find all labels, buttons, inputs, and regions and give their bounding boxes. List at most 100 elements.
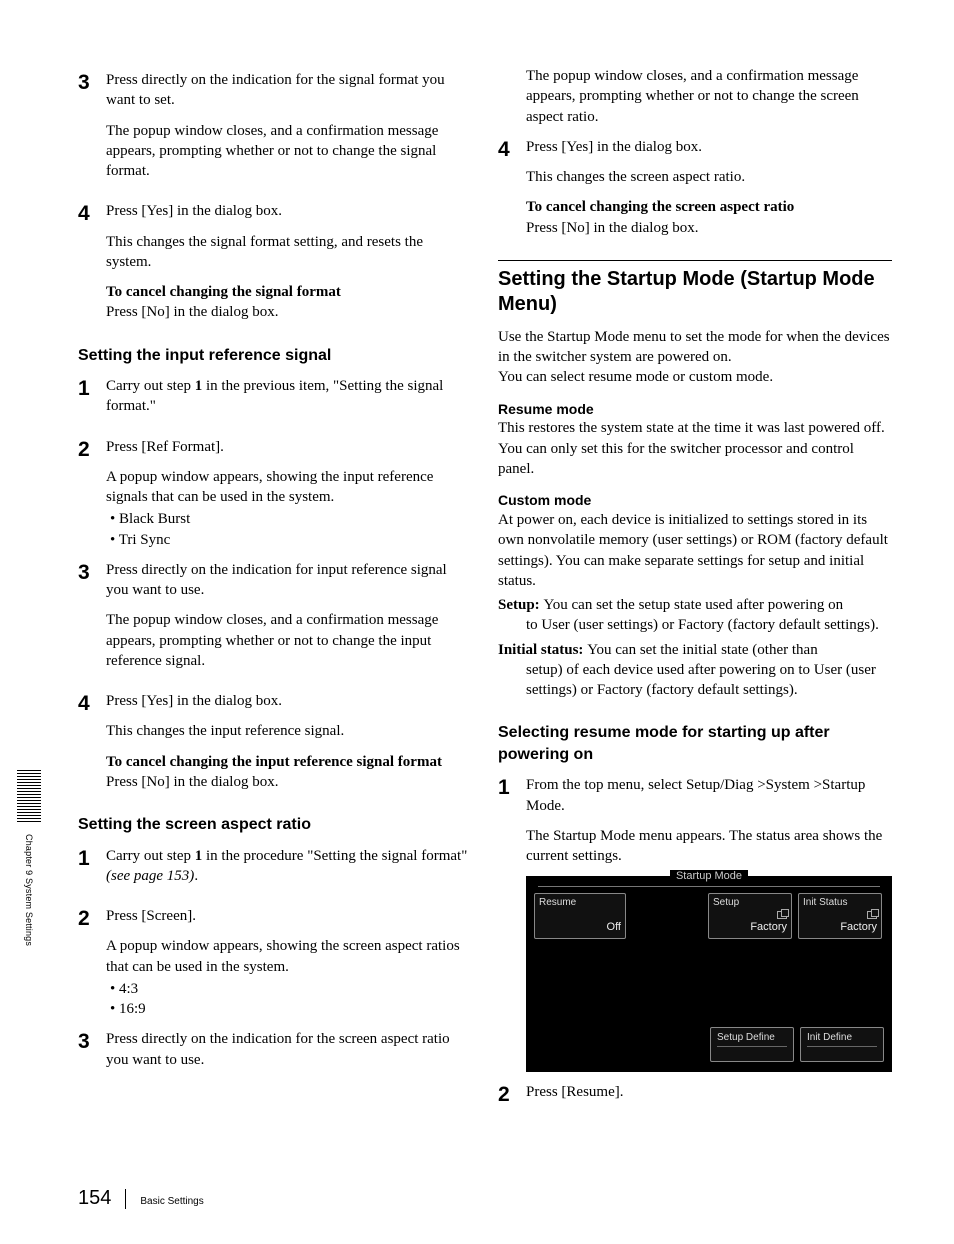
ui-init-define-button: Init Define	[800, 1027, 884, 1063]
body-text: Press [No] in the dialog box.	[106, 302, 472, 322]
body-text: You can select resume mode or custom mod…	[498, 367, 892, 387]
step-number: 2	[78, 906, 106, 1019]
two-column-layout: 3 Press directly on the indication for t…	[78, 60, 892, 1113]
right-column: The popup window closes, and a confirmat…	[498, 60, 892, 1113]
heading-resume-mode: Resume mode	[498, 400, 892, 419]
ui-value: Factory	[803, 920, 877, 935]
step-number: 1	[498, 775, 526, 1072]
footer-section: Basic Settings	[140, 1195, 203, 1209]
bullet-item: 4:3	[106, 979, 472, 999]
side-tab-text: Chapter 9 System Settings	[23, 834, 35, 946]
body-text: This changes the screen aspect ratio.	[526, 167, 892, 187]
page-number: 154	[78, 1185, 111, 1212]
step-2: 2 Press [Ref Format]. A popup window app…	[78, 437, 472, 550]
window-icon	[777, 911, 787, 919]
step-3: 3 Press directly on the indication for i…	[78, 560, 472, 681]
step-3: 3 Press directly on the indication for t…	[78, 1029, 472, 1080]
side-tab-marker	[17, 770, 41, 824]
body-text: Carry out step 1 in the procedure "Setti…	[106, 846, 472, 887]
ui-value: Factory	[713, 920, 787, 935]
body-text: Press directly on the indication for inp…	[106, 560, 472, 601]
body-text: setup) of each device used after powerin…	[498, 660, 892, 701]
body-text: This changes the input reference signal.	[106, 721, 472, 741]
step-number: 1	[78, 376, 106, 427]
body-text: At power on, each device is initialized …	[498, 510, 892, 591]
body-text: The popup window closes, and a confirmat…	[106, 610, 472, 671]
body-text: Press [Screen].	[106, 906, 472, 926]
body-text: Press [Yes] in the dialog box.	[106, 201, 472, 221]
startup-mode-screenshot: Startup Mode Resume Off Setup Factory	[526, 876, 892, 1072]
bullet-item: Black Burst	[106, 509, 472, 529]
step-number: 2	[498, 1082, 526, 1112]
step-3: 3 Press directly on the indication for t…	[78, 70, 472, 191]
step-2: 2 Press [Screen]. A popup window appears…	[78, 906, 472, 1019]
heading-selecting-resume: Selecting resume mode for starting up af…	[498, 722, 892, 765]
step-4: 4 Press [Yes] in the dialog box. This ch…	[78, 201, 472, 322]
heading-aspect-ratio: Setting the screen aspect ratio	[78, 814, 472, 836]
step-number: 4	[78, 201, 106, 322]
sub-instruction: To cancel changing the screen aspect rat…	[526, 197, 892, 238]
body-text: This changes the signal format setting, …	[106, 232, 472, 273]
ui-init-status-box: Init Status Factory	[798, 893, 882, 939]
ui-label: Resume	[539, 896, 621, 910]
heading-custom-mode: Custom mode	[498, 491, 892, 510]
body-text: You can set the setup state used after p…	[543, 597, 843, 613]
page-footer: 154 Basic Settings	[78, 1185, 204, 1212]
body-text: to User (user settings) or Factory (fact…	[498, 615, 892, 635]
bullet-item: 16:9	[106, 999, 472, 1019]
sub-instruction: To cancel changing the signal format Pre…	[106, 282, 472, 323]
body-text: Carry out step 1 in the previous item, "…	[106, 376, 472, 417]
body-text: Press [Yes] in the dialog box.	[526, 137, 892, 157]
ui-value: Off	[539, 920, 621, 935]
body-text: Press [No] in the dialog box.	[106, 772, 472, 792]
definition-setup: Setup: You can set the setup state used …	[498, 595, 892, 636]
heading-input-reference: Setting the input reference signal	[78, 345, 472, 367]
sub-heading: To cancel changing the screen aspect rat…	[526, 197, 892, 217]
body-text: A popup window appears, showing the scre…	[106, 936, 472, 977]
step-1: 1 From the top menu, select Setup/Diag >…	[498, 775, 892, 1072]
definition-initial-status: Initial status: You can set the initial …	[498, 640, 892, 701]
step-number: 3	[78, 70, 106, 191]
left-column: 3 Press directly on the indication for t…	[78, 60, 472, 1113]
body-text: The Startup Mode menu appears. The statu…	[526, 826, 892, 867]
body-text: You can set the initial state (other tha…	[587, 642, 818, 658]
ui-label: Setup	[713, 896, 787, 910]
body-text: Press [Yes] in the dialog box.	[106, 691, 472, 711]
step-1: 1 Carry out step 1 in the previous item,…	[78, 376, 472, 427]
step-number: 3	[78, 560, 106, 681]
definition-term: Initial status:	[498, 642, 587, 658]
ui-setup-box: Setup Factory	[708, 893, 792, 939]
body-text: Press [No] in the dialog box.	[526, 218, 892, 238]
ui-label: Init Status	[803, 896, 877, 910]
step-4: 4 Press [Yes] in the dialog box. This ch…	[498, 137, 892, 238]
bullet-item: Tri Sync	[106, 530, 472, 550]
step-4: 4 Press [Yes] in the dialog box. This ch…	[78, 691, 472, 792]
step-1: 1 Carry out step 1 in the procedure "Set…	[78, 846, 472, 897]
ui-panel-title: Startup Mode	[526, 875, 892, 890]
heading-startup-mode: Setting the Startup Mode (Startup Mode M…	[498, 260, 892, 317]
body-text: From the top menu, select Setup/Diag >Sy…	[526, 775, 892, 816]
ui-setup-define-button: Setup Define	[710, 1027, 794, 1063]
body-text: Press directly on the indication for the…	[106, 70, 472, 111]
sub-heading: To cancel changing the input reference s…	[106, 752, 472, 772]
window-icon	[867, 911, 877, 919]
footer-divider	[125, 1189, 126, 1209]
sub-instruction: To cancel changing the input reference s…	[106, 752, 472, 793]
body-text: Press directly on the indication for the…	[106, 1029, 472, 1070]
body-text: A popup window appears, showing the inpu…	[106, 467, 472, 508]
sub-heading: To cancel changing the signal format	[106, 282, 472, 302]
body-text: Use the Startup Mode menu to set the mod…	[498, 327, 892, 368]
body-text: This restores the system state at the ti…	[498, 418, 892, 479]
step-number: 1	[78, 846, 106, 897]
body-text: The popup window closes, and a confirmat…	[106, 121, 472, 182]
body-text: The popup window closes, and a confirmat…	[498, 66, 892, 127]
definition-term: Setup:	[498, 597, 543, 613]
body-text: Press [Resume].	[526, 1082, 892, 1102]
step-number: 4	[78, 691, 106, 792]
step-number: 3	[78, 1029, 106, 1080]
body-text: Press [Ref Format].	[106, 437, 472, 457]
side-chapter-tab: Chapter 9 System Settings	[14, 770, 44, 946]
step-number: 2	[78, 437, 106, 550]
step-2: 2 Press [Resume].	[498, 1082, 892, 1112]
step-number: 4	[498, 137, 526, 238]
